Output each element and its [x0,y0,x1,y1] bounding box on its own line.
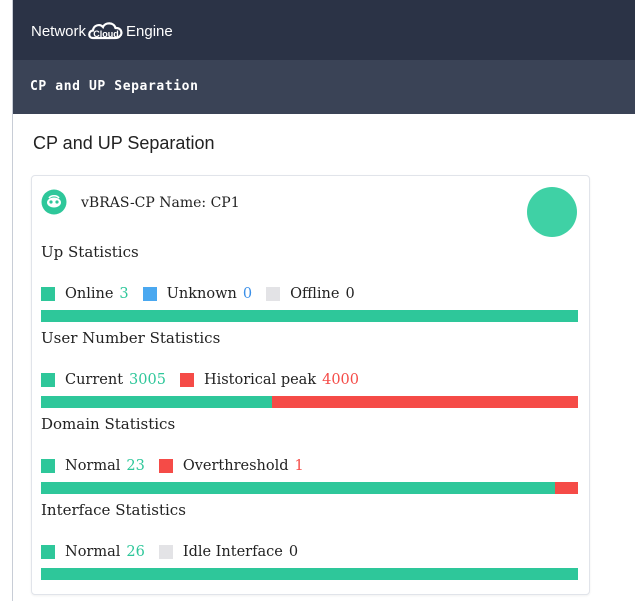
brand-prefix: Network [31,22,87,40]
historical-peak-count[interactable]: 4000 [322,372,359,388]
interface-statistics-title: Interface Statistics [41,501,186,519]
domain-statistics-legend: Normal 23 Overthreshold 1 [41,457,318,475]
online-swatch-icon [41,287,55,301]
cloud-logo-icon: Cloud [87,20,125,42]
domain-statistics-bar [41,482,578,494]
user-number-statistics-legend: Current 3005 Historical peak 4000 [41,371,373,389]
current-swatch-icon [41,373,55,387]
online-label: Online [65,286,114,302]
online-count[interactable]: 3 [119,286,128,302]
unknown-label: Unknown [166,286,237,302]
bar-segment-current [41,396,272,408]
unknown-swatch-icon [142,287,157,301]
vbras-node-icon [41,189,67,215]
offline-swatch-icon [266,287,281,301]
historical-peak-label: Historical peak [203,372,317,388]
offline-count[interactable]: 0 [345,286,354,302]
brand-cloud-word: Cloud [93,29,119,39]
top-header: Network Cloud Engine [13,0,635,60]
user-number-statistics-bar [41,396,578,408]
interface-statistics-bar [41,568,578,580]
unknown-count[interactable]: 0 [243,286,252,302]
up-statistics-legend: Online 3 Unknown 0 Offline 0 [41,285,369,303]
interface-normal-count[interactable]: 26 [126,544,144,560]
up-statistics-bar [41,310,578,322]
brand-suffix: Engine [126,22,173,40]
idle-interface-count[interactable]: 0 [289,544,298,560]
idle-interface-label: Idle Interface [182,544,283,560]
user-number-statistics-title: User Number Statistics [41,329,221,347]
interface-normal-label: Normal [65,544,121,560]
domain-statistics-title: Domain Statistics [41,415,176,433]
interface-normal-swatch-icon [41,545,55,559]
breadcrumb-item[interactable]: CP and UP Separation [30,79,199,94]
page-title: CP and UP Separation [33,133,215,153]
bar-segment-normal [41,568,578,580]
bar-segment-overthreshold [555,482,578,494]
bar-segment-historical-peak [271,396,578,408]
current-label: Current [65,372,124,388]
current-count[interactable]: 3005 [129,372,166,388]
interface-statistics-legend: Normal 26 Idle Interface 0 [41,543,312,561]
domain-normal-count[interactable]: 23 [126,458,144,474]
bar-segment-online [41,310,578,322]
domain-normal-swatch-icon [41,459,55,473]
up-statistics-title: Up Statistics [41,243,139,261]
overthreshold-swatch-icon [158,459,173,473]
brand-logo[interactable]: Network Cloud Engine [31,20,173,42]
cp-name-label: vBRAS-CP Name: CP1 [81,195,240,211]
status-circle-icon [527,186,578,237]
bar-segment-normal [41,482,556,494]
breadcrumb: CP and UP Separation [13,60,635,114]
overthreshold-label: Overthreshold [182,458,289,474]
historical-peak-swatch-icon [179,373,194,387]
offline-label: Offline [290,286,340,302]
overthreshold-count[interactable]: 1 [295,458,304,474]
domain-normal-label: Normal [65,458,121,474]
idle-interface-swatch-icon [158,545,173,559]
